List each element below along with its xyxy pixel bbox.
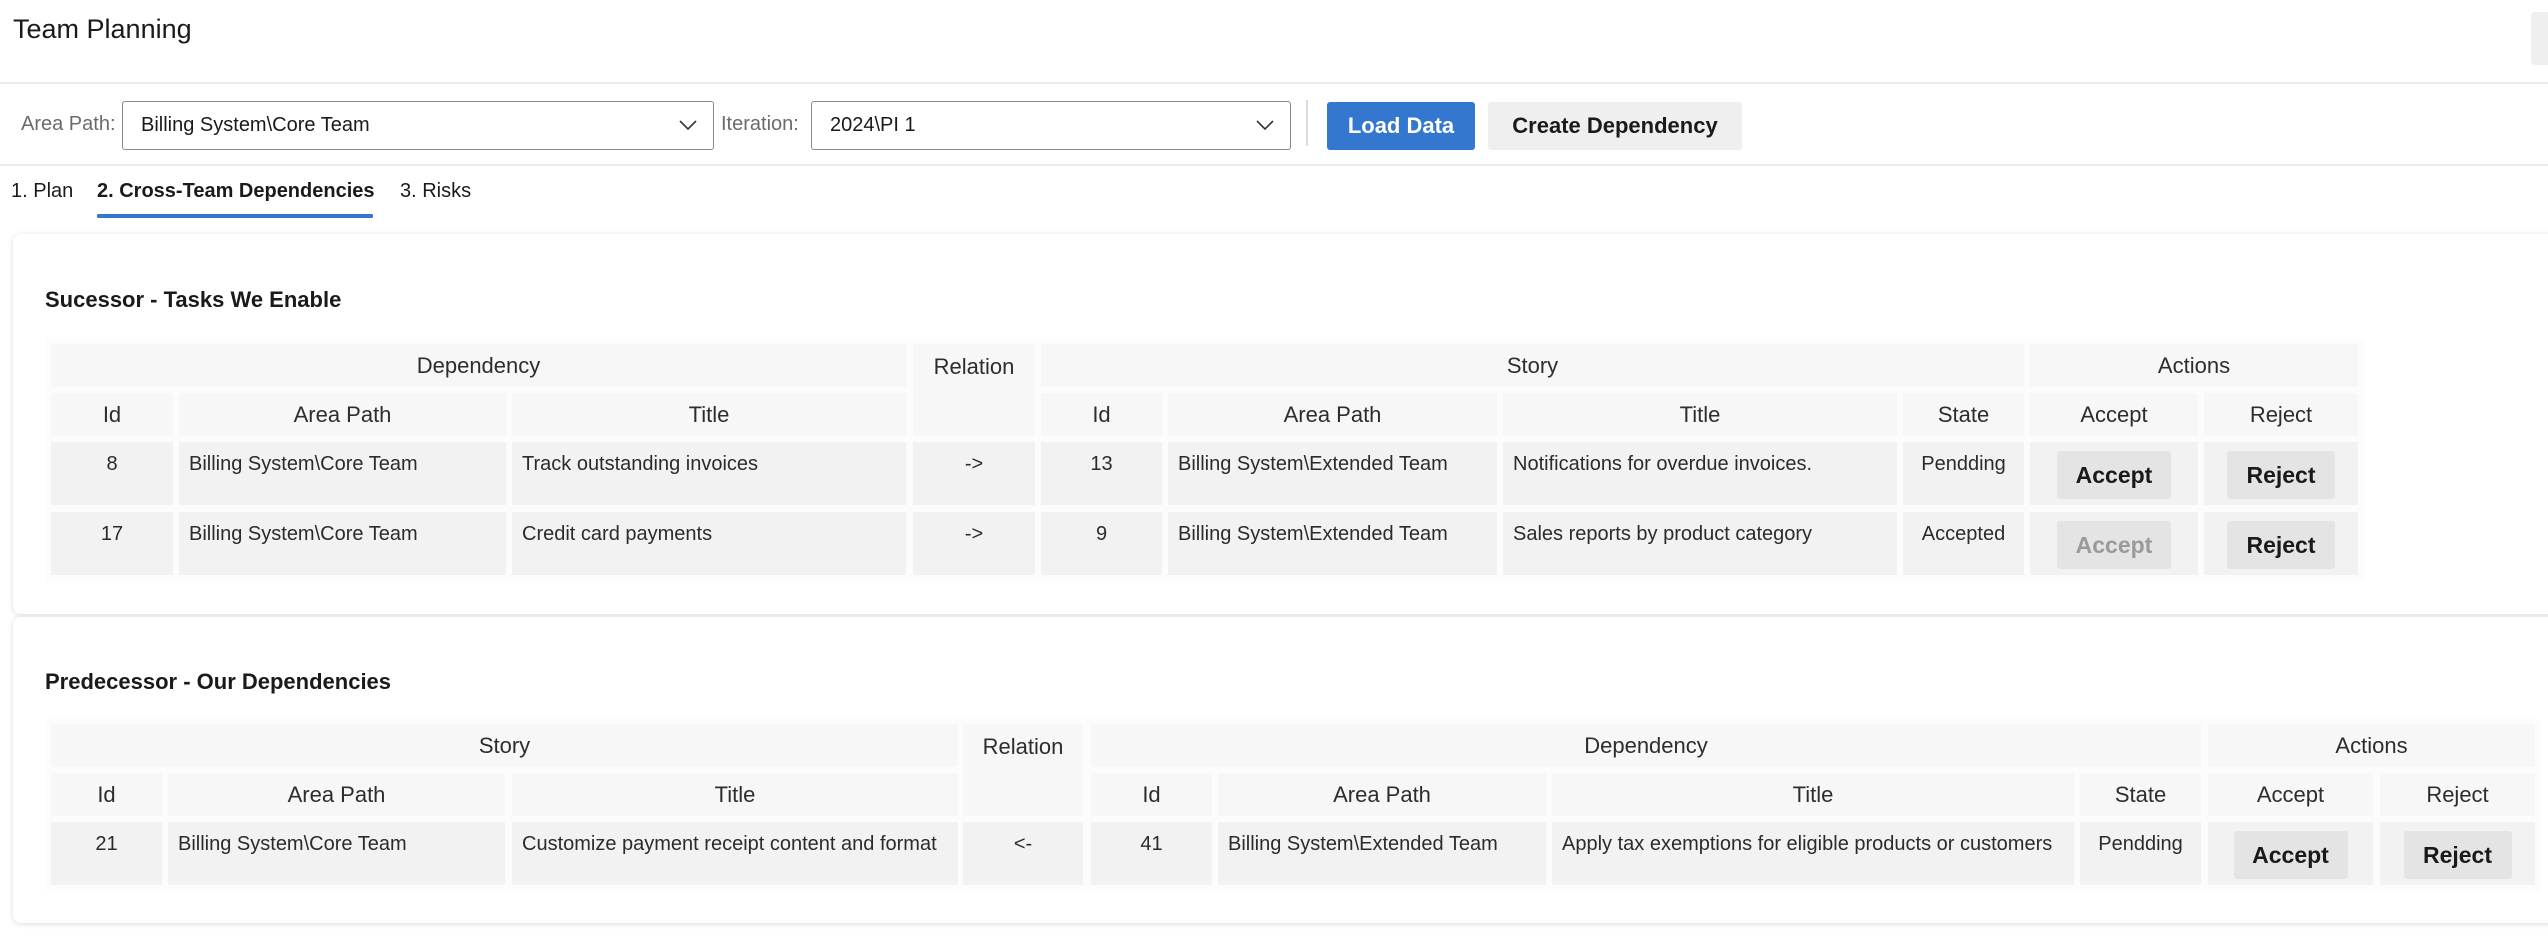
cell-story-id: 13 (1041, 442, 1162, 505)
iteration-label: Iteration: (721, 113, 799, 135)
group-header-actions: Actions (2208, 724, 2535, 767)
cell-story-title: Notifications for overdue invoices. (1503, 442, 1897, 505)
group-header-dependency: Dependency (51, 344, 906, 387)
cell-dependency-area: Billing System\Core Team (179, 442, 506, 505)
col-header-area-path: Area Path (168, 773, 505, 816)
col-header-accept: Accept (2030, 393, 2198, 436)
successor-title: Sucessor - Tasks We Enable (45, 287, 342, 312)
col-header-reject: Reject (2204, 393, 2358, 436)
col-header-area-path: Area Path (1218, 773, 1546, 816)
group-header-relation: Relation (913, 344, 1035, 436)
area-path-label: Area Path: (21, 113, 116, 135)
cell-story-area: Billing System\Core Team (168, 822, 505, 885)
col-header-id: Id (51, 393, 173, 436)
chevron-down-icon (1256, 120, 1274, 131)
cell-relation: <- (963, 822, 1083, 885)
reject-button[interactable]: Reject (2227, 521, 2335, 569)
cell-accept: Accept (2208, 822, 2373, 885)
cell-story-area: Billing System\Extended Team (1168, 442, 1497, 505)
col-header-id: Id (1091, 773, 1212, 816)
col-header-title: Title (512, 393, 906, 436)
cell-state: Accepted (1903, 512, 2024, 575)
cell-story-id: 9 (1041, 512, 1162, 575)
col-header-state: State (1903, 393, 2024, 436)
cell-story-title: Sales reports by product category (1503, 512, 1897, 575)
group-header-dependency: Dependency (1091, 724, 2201, 767)
col-header-reject: Reject (2380, 773, 2535, 816)
col-header-accept: Accept (2208, 773, 2373, 816)
cell-state: Pendding (2080, 822, 2201, 885)
cell-dependency-id: 41 (1091, 822, 1212, 885)
cell-reject: Reject (2204, 442, 2358, 505)
cell-dependency-id: 17 (51, 512, 173, 575)
tab-risks[interactable]: 3. Risks (400, 180, 471, 203)
group-header-actions: Actions (2030, 344, 2358, 387)
reject-button[interactable]: Reject (2227, 451, 2335, 499)
col-header-title: Title (1503, 393, 1897, 436)
cell-dependency-id: 8 (51, 442, 173, 505)
reject-button[interactable]: Reject (2403, 831, 2512, 879)
cell-story-area: Billing System\Extended Team (1168, 512, 1497, 575)
cell-accept: Accept (2030, 442, 2198, 505)
col-header-title: Title (1552, 773, 2074, 816)
col-header-area-path: Area Path (179, 393, 506, 436)
tab-cross-team-dependencies[interactable]: 2. Cross-Team Dependencies (97, 180, 375, 203)
group-header-relation: Relation (963, 724, 1083, 816)
cell-reject: Reject (2204, 512, 2358, 575)
page-title: Team Planning (13, 14, 192, 44)
col-header-id: Id (1041, 393, 1162, 436)
chevron-down-icon (679, 120, 697, 131)
cell-relation: -> (913, 512, 1035, 575)
cell-dependency-title: Track outstanding invoices (512, 442, 906, 505)
cell-dependency-area: Billing System\Extended Team (1218, 822, 1546, 885)
toolbar-divider (1306, 100, 1308, 146)
overflow-button[interactable] (2531, 12, 2548, 65)
cell-relation: -> (913, 442, 1035, 505)
load-data-button[interactable]: Load Data (1327, 102, 1475, 150)
accept-button[interactable]: Accept (2057, 451, 2171, 499)
cell-accept: Accept (2030, 512, 2198, 575)
col-header-state: State (2080, 773, 2201, 816)
filter-toolbar: Area Path: Billing System\Core Team Iter… (0, 86, 2548, 166)
col-header-area-path: Area Path (1168, 393, 1497, 436)
accept-button[interactable]: Accept (2233, 831, 2348, 879)
predecessor-title: Predecessor - Our Dependencies (45, 669, 392, 694)
create-dependency-button[interactable]: Create Dependency (1488, 102, 1742, 150)
cell-dependency-title: Credit card payments (512, 512, 906, 575)
tab-plan[interactable]: 1. Plan (11, 180, 73, 203)
area-path-dropdown[interactable]: Billing System\Core Team (122, 101, 714, 150)
cell-dependency-title: Apply tax exemptions for eligible produc… (1552, 822, 2074, 885)
active-tab-indicator (97, 214, 373, 218)
accept-button-disabled: Accept (2057, 521, 2171, 569)
cell-state: Pendding (1903, 442, 2024, 505)
cell-story-title: Customize payment receipt content and fo… (512, 822, 958, 885)
iteration-value: 2024\PI 1 (830, 114, 916, 136)
col-header-id: Id (51, 773, 162, 816)
group-header-story: Story (51, 724, 958, 767)
cell-reject: Reject (2380, 822, 2535, 885)
cell-dependency-area: Billing System\Core Team (179, 512, 506, 575)
title-bar: Team Planning (0, 0, 2548, 84)
cell-story-id: 21 (51, 822, 162, 885)
col-header-title: Title (512, 773, 958, 816)
group-header-story: Story (1041, 344, 2024, 387)
iteration-dropdown[interactable]: 2024\PI 1 (811, 101, 1291, 150)
area-path-value: Billing System\Core Team (141, 114, 370, 136)
